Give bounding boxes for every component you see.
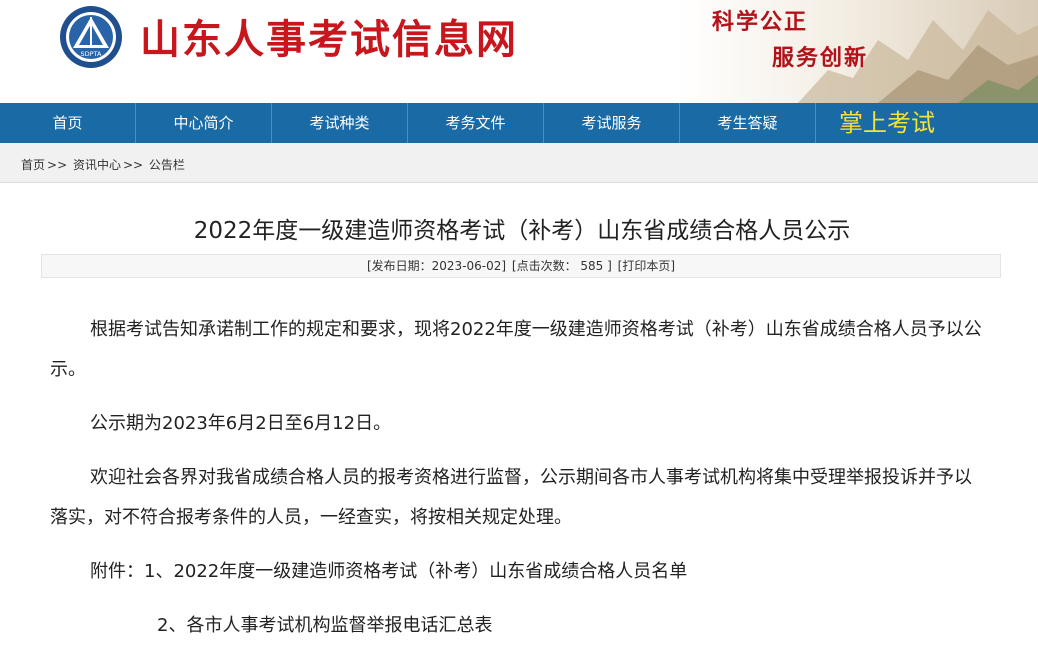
attachment-2[interactable]: 2、各市人事考试机构监督举报电话汇总表 xyxy=(50,606,985,646)
breadcrumb-bar: 首页 >> 资讯中心 >> 公告栏 xyxy=(0,143,1038,183)
article-title: 2022年度一级建造师资格考试（补考）山东省成绩合格人员公示 xyxy=(193,218,851,244)
nav-item-exam-services[interactable]: 考试服务 xyxy=(544,103,680,143)
slogan-line-1: 科学公正 xyxy=(712,9,809,35)
slogan-line-2: 服务创新 xyxy=(772,45,869,71)
logo-text: SDPTA xyxy=(81,50,103,58)
article-content: 根据考试告知承诺制工作的规定和要求，现将2022年度一级建造师资格考试（补考）山… xyxy=(50,310,985,660)
article-meta: [发布日期：2023-06-02] [点击次数： 585 ] [打印本页] xyxy=(41,254,1001,278)
site-header: SDPTA 山东人事考试信息网 科学公正 服务创新 xyxy=(0,0,1038,103)
print-page-link[interactable]: [打印本页] xyxy=(618,259,675,273)
nav-item-faq[interactable]: 考生答疑 xyxy=(680,103,816,143)
article-paragraph: 公示期为2023年6月2日至6月12日。 xyxy=(90,413,392,434)
click-count: [点击次数： 585 ] xyxy=(511,259,612,273)
nav-item-exam-types[interactable]: 考试种类 xyxy=(272,103,408,143)
nav-item-exam-documents[interactable]: 考务文件 xyxy=(408,103,544,143)
breadcrumb-home[interactable]: 首页 xyxy=(21,158,45,172)
publish-date: [发布日期：2023-06-02] xyxy=(366,259,507,273)
breadcrumb-news-center[interactable]: 资讯中心 xyxy=(73,158,121,172)
article-paragraph: 根据考试告知承诺制工作的规定和要求，现将2022年度一级建造师资格考试（补考）山… xyxy=(50,319,982,380)
breadcrumb-notice-board[interactable]: 公告栏 xyxy=(149,158,185,172)
nav-item-about[interactable]: 中心简介 xyxy=(136,103,272,143)
sdpta-logo[interactable]: SDPTA xyxy=(58,4,124,70)
breadcrumb-separator: >> xyxy=(122,158,144,172)
nav-filler xyxy=(958,103,1038,143)
article-paragraph: 欢迎社会各界对我省成绩合格人员的报考资格进行监督，公示期间各市人事考试机构将集中… xyxy=(50,467,972,528)
attachment-1[interactable]: 附件：1、2022年度一级建造师资格考试（补考）山东省成绩合格人员名单 xyxy=(50,552,985,592)
nav-item-mobile-exam[interactable]: 掌上考试 xyxy=(816,103,958,143)
breadcrumb-separator: >> xyxy=(47,158,68,172)
breadcrumb: 首页 >> 资讯中心 >> 公告栏 xyxy=(21,156,185,173)
nav-item-home[interactable]: 首页 xyxy=(0,103,136,143)
main-nav: 首页 中心简介 考试种类 考务文件 考试服务 考生答疑 掌上考试 xyxy=(0,103,1038,143)
site-title: 山东人事考试信息网 xyxy=(140,16,518,63)
